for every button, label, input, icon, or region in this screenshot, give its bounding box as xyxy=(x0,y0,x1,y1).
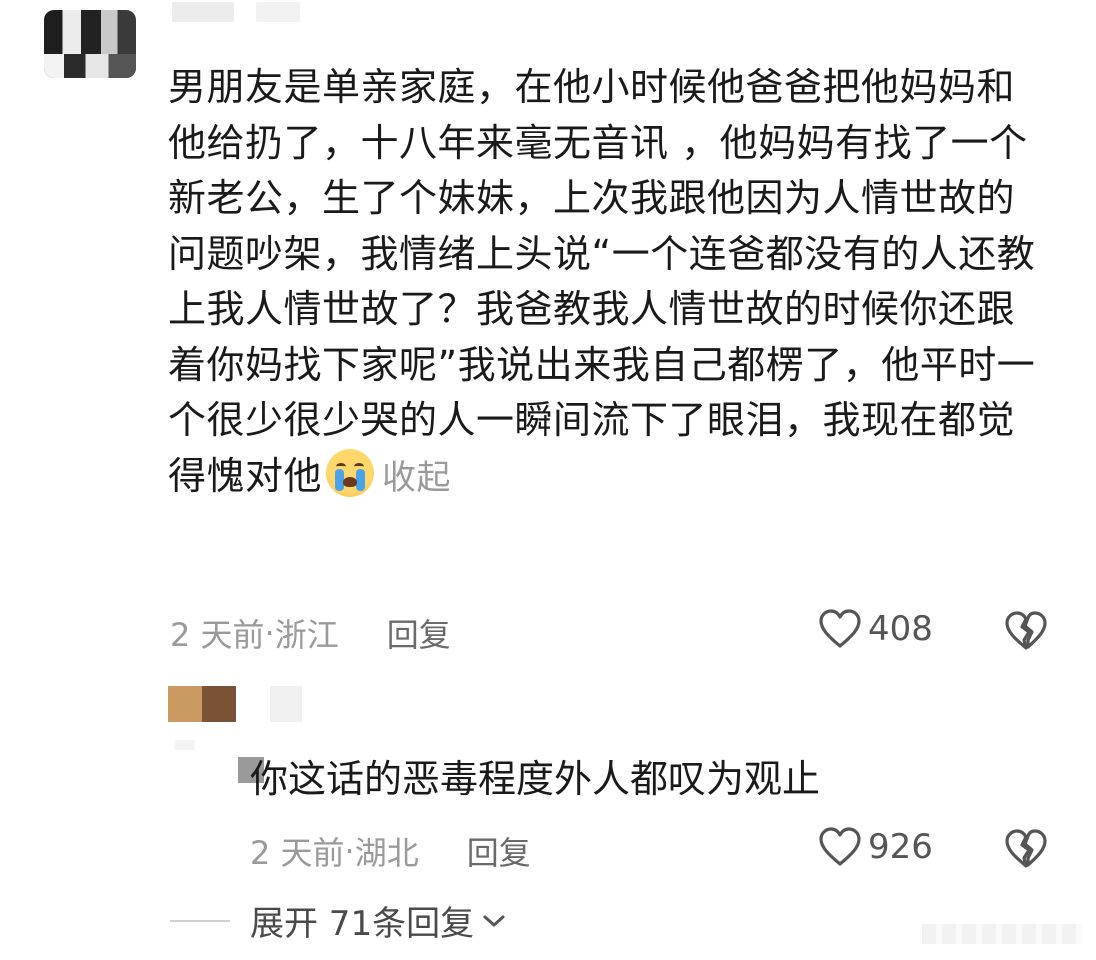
replier-name-redacted-2 xyxy=(175,740,195,750)
commenter-name-redacted xyxy=(172,2,234,22)
expand-replies[interactable]: 展开 71条回复 xyxy=(170,896,506,945)
reply-dislike-button[interactable] xyxy=(1004,828,1048,874)
watermark xyxy=(922,924,1082,944)
reply-body: 你这话的恶毒程度外人都叹为观止 xyxy=(250,757,821,801)
commenter-name-redacted-2 xyxy=(256,2,300,22)
meta-separator: · xyxy=(344,832,355,870)
heart-icon xyxy=(819,609,861,648)
reply-location: 湖北 xyxy=(354,834,419,872)
comment-meta: 2 天前 · 浙江 回复 xyxy=(170,610,451,656)
chevron-down-icon xyxy=(483,915,505,926)
reply-reply-button[interactable]: 回复 xyxy=(467,828,531,874)
dislike-button[interactable] xyxy=(1004,610,1048,656)
reply-time: 2 天前 xyxy=(250,834,345,872)
collapse-link[interactable]: 收起 xyxy=(382,458,451,498)
comment-time: 2 天前 xyxy=(170,616,265,654)
divider-line xyxy=(170,919,230,922)
crying-face-icon xyxy=(326,448,375,497)
comment-body: 男朋友是单亲家庭，在他小时候他爸爸把他妈妈和他给扔了，十八年来毫无音讯 ，他妈妈… xyxy=(168,60,1048,506)
like-count: 408 xyxy=(868,609,933,649)
comment-text: 男朋友是单亲家庭，在他小时候他爸爸把他妈妈和他给扔了，十八年来毫无音讯 ，他妈妈… xyxy=(168,65,1036,498)
expand-replies-label: 展开 71条回复 xyxy=(250,904,475,944)
replier-name-redacted xyxy=(270,686,302,722)
comment-location: 浙江 xyxy=(274,616,339,654)
broken-heart-icon xyxy=(1005,829,1047,868)
reply-like-button[interactable]: 926 xyxy=(818,826,933,868)
reply-button[interactable]: 回复 xyxy=(387,610,451,656)
commenter-avatar[interactable] xyxy=(44,10,136,78)
like-button[interactable]: 408 xyxy=(818,608,933,650)
reply-meta: 2 天前 · 湖北 回复 xyxy=(250,828,531,874)
broken-heart-icon xyxy=(1005,611,1047,650)
reply-like-count: 926 xyxy=(868,827,933,867)
replier-avatar[interactable] xyxy=(168,686,236,722)
heart-icon xyxy=(819,827,861,866)
meta-separator: · xyxy=(264,614,275,652)
